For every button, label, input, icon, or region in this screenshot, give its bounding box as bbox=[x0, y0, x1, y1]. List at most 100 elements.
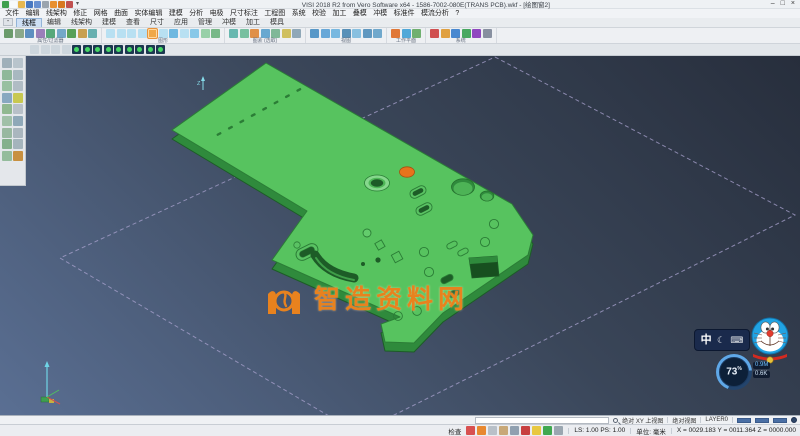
undo-icon[interactable] bbox=[50, 1, 57, 8]
menu-item-17[interactable]: 冲模 bbox=[370, 9, 390, 18]
more-commands-icon[interactable]: ▾ bbox=[74, 1, 81, 8]
ribbon-icon-1-5[interactable] bbox=[46, 29, 55, 38]
ribbon-icon-2-4[interactable] bbox=[138, 29, 147, 38]
ribbon-icon-2-6[interactable] bbox=[159, 29, 168, 38]
view-style-9-icon[interactable] bbox=[156, 45, 165, 54]
view-style-1-icon[interactable] bbox=[72, 45, 81, 54]
close-button[interactable]: × bbox=[791, 0, 795, 8]
view-style-8-icon[interactable] bbox=[146, 45, 155, 54]
menu-item-12[interactable]: 工程图 bbox=[261, 9, 288, 18]
ribbon-icon-1-8[interactable] bbox=[78, 29, 87, 38]
menu-item-15[interactable]: 加工 bbox=[329, 9, 349, 18]
ribbon-icon-3-3[interactable] bbox=[250, 29, 259, 38]
stamp-icon[interactable] bbox=[66, 1, 73, 8]
menu-item-8[interactable]: 建模 bbox=[166, 9, 186, 18]
ribbon-icon-2-7[interactable] bbox=[169, 29, 178, 38]
ime-widget[interactable]: 中 ☾ ⌨ bbox=[694, 329, 750, 351]
window-tool-1-icon[interactable] bbox=[30, 45, 39, 54]
menu-item-11[interactable]: 尺寸标注 bbox=[227, 9, 261, 18]
medium-hole[interactable] bbox=[480, 191, 494, 201]
tab-4[interactable]: 建模 bbox=[97, 18, 121, 27]
left-tool-15-icon[interactable] bbox=[2, 139, 12, 149]
left-tool-4-icon[interactable] bbox=[13, 70, 23, 80]
search-icon[interactable] bbox=[613, 418, 618, 423]
left-tool-1-icon[interactable] bbox=[2, 58, 12, 68]
ribbon-icon-4-1[interactable] bbox=[310, 29, 319, 38]
ribbon-icon-6-3[interactable] bbox=[451, 29, 460, 38]
menu-item-2[interactable]: 编辑 bbox=[22, 9, 42, 18]
ribbon-icon-5-1[interactable] bbox=[391, 29, 400, 38]
menu-item-9[interactable]: 分析 bbox=[186, 9, 206, 18]
menu-item-1[interactable]: 文件 bbox=[2, 9, 22, 18]
window-tool-2-icon[interactable] bbox=[41, 45, 50, 54]
view-style-6-icon[interactable] bbox=[125, 45, 134, 54]
menu-item-19[interactable]: 模流分析 bbox=[418, 9, 452, 18]
layer-color-swatch-1[interactable] bbox=[737, 418, 751, 423]
ribbon-icon-4-6[interactable] bbox=[363, 29, 372, 38]
square-hole[interactable] bbox=[469, 256, 499, 278]
performance-gauge[interactable]: 73% bbox=[716, 354, 752, 390]
status-tool-5-icon[interactable] bbox=[510, 426, 519, 435]
tab-2[interactable]: 编辑 bbox=[42, 18, 66, 27]
ribbon-icon-1-9[interactable] bbox=[88, 29, 97, 38]
left-tool-5-icon[interactable] bbox=[2, 81, 12, 91]
tab-8[interactable]: 管理 bbox=[193, 18, 217, 27]
menu-item-13[interactable]: 系统 bbox=[289, 9, 309, 18]
view-style-2-icon[interactable] bbox=[83, 45, 92, 54]
save-all-icon[interactable] bbox=[34, 1, 41, 8]
moon-icon[interactable]: ☾ bbox=[717, 335, 725, 346]
menu-item-20[interactable]: ? bbox=[452, 9, 462, 18]
ribbon-icon-1-2[interactable] bbox=[15, 29, 24, 38]
keyboard-icon[interactable]: ⌨ bbox=[730, 335, 743, 346]
left-tool-8-icon[interactable] bbox=[13, 93, 23, 103]
ribbon-icon-3-2[interactable] bbox=[240, 29, 249, 38]
window-tool-3-icon[interactable] bbox=[51, 45, 60, 54]
menu-item-14[interactable]: 校验 bbox=[309, 9, 329, 18]
menu-item-4[interactable]: 修正 bbox=[70, 9, 90, 18]
snap-label[interactable]: 检查 bbox=[448, 426, 461, 436]
ribbon-icon-1-6[interactable] bbox=[57, 29, 66, 38]
ribbon-icon-2-11[interactable] bbox=[211, 29, 220, 38]
left-tool-10-icon[interactable] bbox=[13, 104, 23, 114]
ribbon-icon-3-4[interactable] bbox=[261, 29, 270, 38]
left-tool-13-icon[interactable] bbox=[2, 128, 12, 138]
status-tool-3-icon[interactable] bbox=[488, 426, 497, 435]
large-hole[interactable] bbox=[452, 179, 475, 195]
save-icon[interactable] bbox=[26, 1, 33, 8]
left-tool-7-icon[interactable] bbox=[2, 93, 12, 103]
view-style-7-icon[interactable] bbox=[135, 45, 144, 54]
tab-9[interactable]: 冲模 bbox=[217, 18, 241, 27]
menu-item-16[interactable]: 叠模 bbox=[350, 9, 370, 18]
left-tool-6-icon[interactable] bbox=[13, 81, 23, 91]
status-tool-6-icon[interactable] bbox=[521, 426, 530, 435]
layer-color-swatch-2[interactable] bbox=[755, 418, 769, 423]
ribbon-icon-5-2[interactable] bbox=[402, 29, 411, 38]
ribbon-icon-4-3[interactable] bbox=[331, 29, 340, 38]
selected-hole[interactable] bbox=[400, 167, 415, 177]
ribbon-icon-3-1[interactable] bbox=[229, 29, 238, 38]
ribbon-icon-1-7[interactable] bbox=[67, 29, 76, 38]
left-tool-9-icon[interactable] bbox=[2, 104, 12, 114]
tab-3[interactable]: 线架构 bbox=[66, 18, 97, 27]
active-layer[interactable]: LAYER0 bbox=[705, 417, 728, 423]
menu-item-5[interactable]: 网格 bbox=[91, 9, 111, 18]
minimize-button[interactable]: – bbox=[771, 0, 775, 8]
viewport-3d[interactable]: Z 智造资料网 中 ☾ bbox=[0, 56, 800, 415]
tab-6[interactable]: 尺寸 bbox=[145, 18, 169, 27]
status-tool-4-icon[interactable] bbox=[499, 426, 508, 435]
view-style-3-icon[interactable] bbox=[93, 45, 102, 54]
left-tool-3-icon[interactable] bbox=[2, 70, 12, 80]
ribbon-icon-2-3[interactable] bbox=[127, 29, 136, 38]
ribbon-icon-4-2[interactable] bbox=[321, 29, 330, 38]
ribbon-icon-1-1[interactable] bbox=[4, 29, 13, 38]
status-tool-2-icon[interactable] bbox=[477, 426, 486, 435]
counterbore-hole[interactable] bbox=[365, 175, 390, 191]
tab-7[interactable]: 应用 bbox=[169, 18, 193, 27]
small-hole-left[interactable] bbox=[294, 242, 300, 248]
tab-1[interactable]: 线框 bbox=[16, 18, 42, 27]
3d-scene[interactable]: Z bbox=[0, 56, 800, 415]
left-tool-2-icon[interactable] bbox=[13, 58, 23, 68]
view-style-5-icon[interactable] bbox=[114, 45, 123, 54]
left-tool-18-icon[interactable] bbox=[13, 151, 23, 161]
ribbon-icon-3-5[interactable] bbox=[271, 29, 280, 38]
